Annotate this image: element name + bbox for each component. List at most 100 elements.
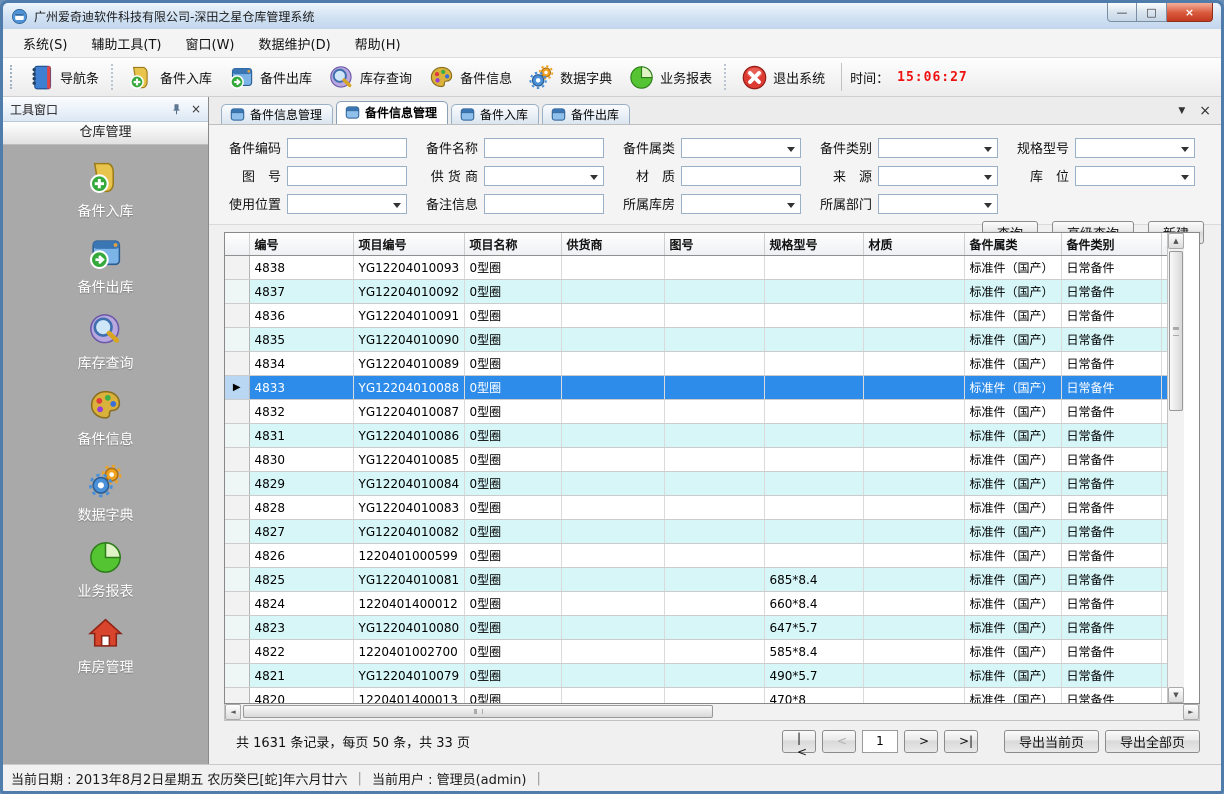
supplier-select[interactable] (484, 166, 604, 186)
export-all-pages-button[interactable]: 导出全部页 (1105, 730, 1200, 753)
column-header-备件类别[interactable]: 备件类别 (1061, 233, 1161, 256)
tab-parts-outbound[interactable]: 备件出库 (542, 104, 630, 124)
table-row-4836[interactable]: 4836YG122040100910型圈标准件（国产）日常备件M (225, 304, 1167, 328)
sidebar-item-parts-info[interactable]: 备件信息 (78, 387, 134, 449)
table-row-4820[interactable]: 482012204014000130型圈470*8标准件（国产）日常备件PC (225, 688, 1167, 704)
table-row-4835[interactable]: 4835YG122040100900型圈标准件（国产）日常备件M (225, 328, 1167, 352)
sidebar-item-parts-outbound[interactable]: 备件出库 (78, 235, 134, 297)
part-name-input[interactable] (484, 138, 604, 158)
column-header-规格型号[interactable]: 规格型号 (764, 233, 863, 256)
row-selector-cell[interactable] (225, 544, 249, 568)
column-header-项目编号[interactable]: 项目编号 (353, 233, 464, 256)
toolbar-button-parts-inbound[interactable]: 备件入库 (120, 61, 220, 94)
toolbar-button-data-dictionary[interactable]: 数据字典 (520, 61, 620, 94)
scroll-left-icon[interactable]: ◄ (225, 704, 241, 720)
menu-item-数据维护D[interactable]: 数据维护(D) (247, 30, 343, 57)
table-row-4828[interactable]: 4828YG122040100830型圈标准件（国产）日常备件M (225, 496, 1167, 520)
toolbar-button-parts-outbound[interactable]: 备件出库 (220, 61, 320, 94)
table-row-4829[interactable]: 4829YG122040100840型圈标准件（国产）日常备件M (225, 472, 1167, 496)
prev-page-button[interactable]: < (822, 730, 856, 753)
spec-model-select[interactable] (1075, 138, 1195, 158)
next-page-button[interactable]: > (904, 730, 938, 753)
toolbar-grip[interactable] (10, 65, 17, 89)
page-number-input[interactable] (862, 730, 898, 753)
row-selector-cell[interactable] (225, 520, 249, 544)
table-row-4834[interactable]: 4834YG122040100890型圈标准件（国产）日常备件M (225, 352, 1167, 376)
toolbar-button-navigator[interactable]: 导航条 (20, 61, 107, 94)
row-selector-cell[interactable] (225, 424, 249, 448)
column-header-项目名称[interactable]: 项目名称 (464, 233, 561, 256)
row-selector-cell[interactable] (225, 688, 249, 704)
part-type-select[interactable] (878, 138, 998, 158)
toolbar-button-stock-query[interactable]: 库存查询 (320, 61, 420, 94)
row-selector-cell[interactable] (225, 592, 249, 616)
tab-parts-info-manage-2[interactable]: 备件信息管理 (336, 101, 448, 124)
drawing-no-input[interactable] (287, 166, 407, 186)
department-select[interactable] (878, 194, 998, 214)
column-header-备件属类[interactable]: 备件属类 (964, 233, 1061, 256)
row-selector-cell[interactable] (225, 448, 249, 472)
toolbar-button-parts-info[interactable]: 备件信息 (420, 61, 520, 94)
table-row-4825[interactable]: 4825YG122040100810型圈685*8.4标准件（国产）日常备件PC (225, 568, 1167, 592)
table-row-4821[interactable]: 4821YG122040100790型圈490*5.7标准件（国产）日常备件PC (225, 664, 1167, 688)
row-selector-cell[interactable] (225, 568, 249, 592)
close-button[interactable]: × (1167, 3, 1213, 22)
source-select[interactable] (878, 166, 998, 186)
first-page-button[interactable]: |< (782, 730, 816, 753)
location-select[interactable] (1075, 166, 1195, 186)
part-category-select[interactable] (681, 138, 801, 158)
toolbar-button-business-report[interactable]: 业务报表 (620, 61, 720, 94)
table-row-4822[interactable]: 482212204010027000型圈585*8.4标准件（国产）日常备件PC (225, 640, 1167, 664)
row-selector-cell[interactable] (225, 640, 249, 664)
row-selector-cell[interactable] (225, 616, 249, 640)
column-header-材质[interactable]: 材质 (863, 233, 964, 256)
row-selector-cell[interactable] (225, 400, 249, 424)
scroll-right-icon[interactable]: ► (1183, 704, 1199, 720)
row-selector-cell[interactable] (225, 304, 249, 328)
horizontal-scrollbar[interactable]: ◄ ► (224, 704, 1200, 721)
row-selector-cell[interactable] (225, 352, 249, 376)
use-position-select[interactable] (287, 194, 407, 214)
sidebar-item-data-dictionary[interactable]: 数据字典 (78, 463, 134, 525)
tab-parts-info-manage-1[interactable]: 备件信息管理 (221, 104, 333, 124)
vertical-scrollbar[interactable]: ▲ ▼ (1167, 233, 1184, 703)
column-header-供货商[interactable]: 供货商 (561, 233, 664, 256)
sidebar-item-parts-inbound[interactable]: 备件入库 (78, 159, 134, 221)
table-row-4833[interactable]: ▶4833YG122040100880型圈标准件（国产）日常备件M (225, 376, 1167, 400)
vertical-scroll-thumb[interactable] (1169, 251, 1183, 411)
menu-item-帮助H[interactable]: 帮助(H) (343, 30, 413, 57)
horizontal-scroll-thumb[interactable] (243, 705, 713, 718)
column-header-编号[interactable]: 编号 (249, 233, 353, 256)
table-row-4837[interactable]: 4837YG122040100920型圈标准件（国产）日常备件M (225, 280, 1167, 304)
table-row-4824[interactable]: 482412204014000120型圈660*8.4标准件（国产）日常备件PC (225, 592, 1167, 616)
selected-row-arrow[interactable]: ▶ (225, 376, 249, 400)
minimize-button[interactable]: — (1107, 3, 1137, 22)
toolbar-button-exit-system[interactable]: 退出系统 (733, 61, 833, 94)
row-selector-cell[interactable] (225, 328, 249, 352)
table-row-4827[interactable]: 4827YG122040100820型圈标准件（国产）日常备件M (225, 520, 1167, 544)
table-row-4838[interactable]: 4838YG122040100930型圈标准件（国产）日常备件M (225, 256, 1167, 280)
material-input[interactable] (681, 166, 801, 186)
table-row-4823[interactable]: 4823YG122040100800型圈647*5.7标准件（国产）日常备件PC (225, 616, 1167, 640)
remark-input[interactable] (484, 194, 604, 214)
menu-item-系统S[interactable]: 系统(S) (11, 30, 79, 57)
row-selector-cell[interactable] (225, 496, 249, 520)
row-selector-cell[interactable] (225, 472, 249, 496)
row-selector-cell[interactable] (225, 280, 249, 304)
column-header-图号[interactable]: 图号 (664, 233, 764, 256)
last-page-button[interactable]: >| (944, 730, 978, 753)
tab-list-dropdown-icon[interactable]: ▼ (1178, 106, 1185, 116)
part-code-input[interactable] (287, 138, 407, 158)
tab-close-icon[interactable]: × (1199, 103, 1211, 119)
table-row-4831[interactable]: 4831YG122040100860型圈标准件（国产）日常备件M (225, 424, 1167, 448)
row-selector-cell[interactable] (225, 256, 249, 280)
scroll-up-icon[interactable]: ▲ (1168, 233, 1184, 249)
sidebar-close-icon[interactable]: × (191, 102, 201, 116)
table-row-4830[interactable]: 4830YG122040100850型圈标准件（国产）日常备件M (225, 448, 1167, 472)
maximize-button[interactable]: □ (1137, 3, 1167, 22)
export-current-page-button[interactable]: 导出当前页 (1004, 730, 1099, 753)
row-selector-cell[interactable] (225, 664, 249, 688)
scroll-down-icon[interactable]: ▼ (1168, 687, 1184, 703)
warehouse-select[interactable] (681, 194, 801, 214)
menu-item-窗口W[interactable]: 窗口(W) (174, 30, 247, 57)
